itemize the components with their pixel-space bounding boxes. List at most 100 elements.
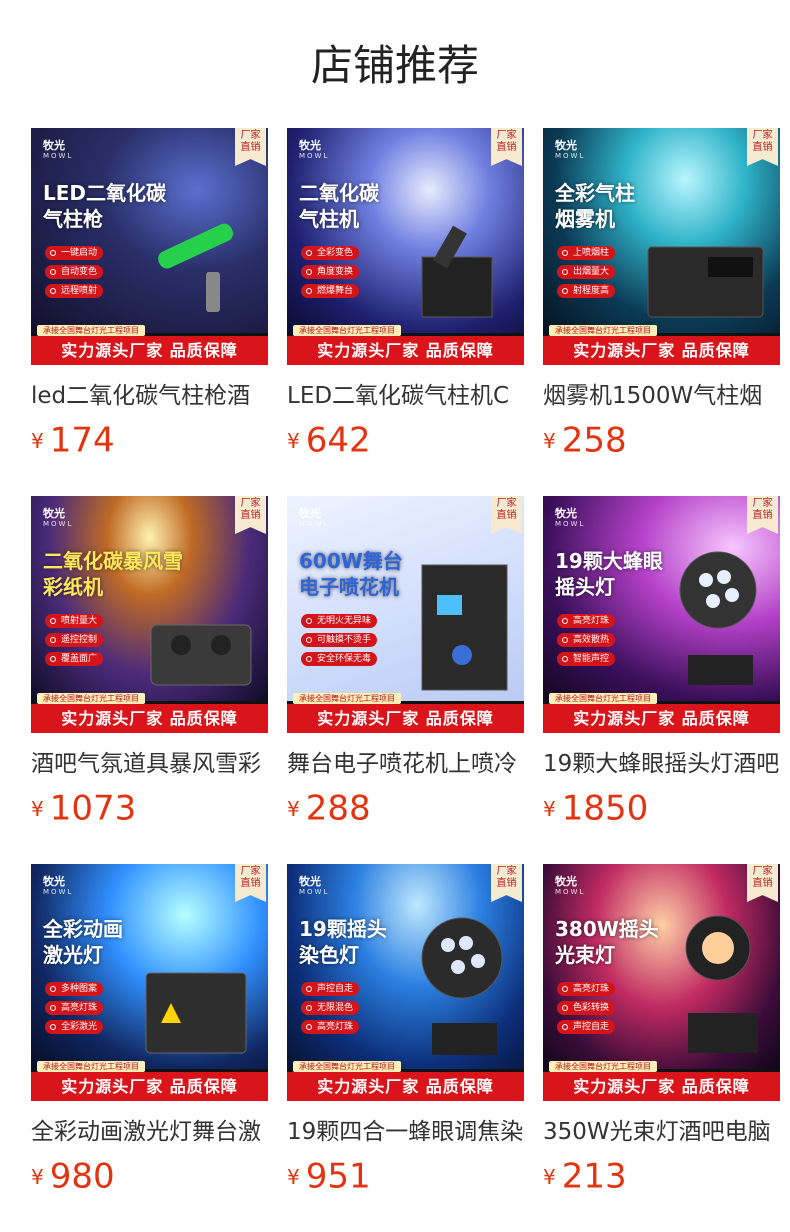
- product-shape: [146, 605, 256, 699]
- feature-tag: 可触摸不烫手: [301, 633, 378, 647]
- currency-symbol: ¥: [543, 428, 556, 453]
- product-shape: [402, 555, 512, 699]
- product-image[interactable]: 牧光 MOWL 厂家 直销 19颗摇头 染色灯 声控自走 无限混色 高亮灯珠 承接全国…: [287, 864, 524, 1101]
- product-name[interactable]: 19颗大蜂眼摇头灯酒吧: [543, 749, 780, 779]
- sub-banner: 承接全国舞台灯光工程项目: [293, 325, 401, 336]
- feature-list: 上喷烟柱 出烟量大 射程度高: [557, 246, 616, 303]
- feature-tag: 喷射量大: [45, 614, 104, 628]
- product-shape: [136, 963, 256, 1067]
- product-card[interactable]: 牧光 MOWL 厂家 直销 全彩动画 激光灯 多种图案 高亮灯珠 全彩激光 承接全国舞…: [31, 864, 268, 1197]
- promo-banner: 实力源头厂家 品质保障: [31, 1072, 268, 1101]
- product-card[interactable]: 牧光 MOWL 厂家 直销 380W摇头 光束灯 高亮灯珠 色彩转换 声控自走 承接全…: [543, 864, 780, 1197]
- product-image[interactable]: 牧光 MOWL 厂家 直销 全彩动画 激光灯 多种图案 高亮灯珠 全彩激光 承接全国舞…: [31, 864, 268, 1101]
- product-card[interactable]: 牧光 MOWL 厂家 直销 600W舞台 电子喷花机 无明火无异味 可触摸不烫手 安全…: [287, 496, 524, 829]
- feature-tag: 遥控控制: [45, 633, 104, 647]
- price-value: 213: [561, 1156, 627, 1197]
- promo-banner: 实力源头厂家 品质保障: [543, 704, 780, 733]
- product-shape: [136, 217, 256, 331]
- feature-tag: 多种图案: [45, 982, 104, 996]
- sub-banner: 承接全国舞台灯光工程项目: [37, 325, 145, 336]
- brand-logo: 牧光 MOWL: [43, 139, 74, 160]
- product-name[interactable]: 烟雾机1500W气柱烟: [543, 381, 780, 411]
- feature-tag: 无明火无异味: [301, 614, 378, 628]
- brand-logo: 牧光 MOWL: [555, 875, 586, 896]
- feature-list: 无明火无异味 可触摸不烫手 安全环保无毒: [301, 614, 378, 671]
- currency-symbol: ¥: [287, 796, 300, 821]
- feature-list: 高亮灯珠色彩转换声控自走: [557, 982, 616, 1039]
- feature-tag: 射程度高: [557, 284, 616, 298]
- product-card[interactable]: 牧光 MOWL 厂家 直销 19颗摇头 染色灯 声控自走 无限混色 高亮灯珠 承接全国…: [287, 864, 524, 1197]
- image-headline: 二氧化碳暴风雪 彩纸机: [43, 549, 183, 599]
- image-headline: 380W摇头 光束灯: [555, 917, 659, 967]
- image-headline: 19颗大蜂眼 摇头灯: [555, 549, 663, 599]
- price-value: 980: [49, 1156, 115, 1197]
- image-headline: 全彩气柱 烟雾机: [555, 181, 635, 231]
- feature-tag: 角度变换: [301, 265, 360, 279]
- promo-banner: 实力源头厂家 品质保障: [287, 336, 524, 365]
- promo-banner: 实力源头厂家 品质保障: [543, 1072, 780, 1101]
- product-image[interactable]: 牧光 MOWL 厂家 直销 19颗大蜂眼 摇头灯 高亮灯珠 高效散热 智能声控 承接全…: [543, 496, 780, 733]
- brand-logo: 牧光 MOWL: [43, 507, 74, 528]
- product-name[interactable]: LED二氧化碳气柱机C: [287, 381, 524, 411]
- promo-banner: 实力源头厂家 品质保障: [287, 704, 524, 733]
- feature-tag: 出烟量大: [557, 265, 616, 279]
- product-name[interactable]: 舞台电子喷花机上喷冷: [287, 749, 524, 779]
- image-headline: 600W舞台 电子喷花机: [299, 549, 403, 599]
- feature-tag: 声控自走: [557, 1020, 616, 1034]
- sub-banner: 承接全国舞台灯光工程项目: [549, 1061, 657, 1072]
- feature-tag: 高亮灯珠: [301, 1020, 360, 1034]
- feature-tag: 自动变色: [45, 265, 104, 279]
- product-name[interactable]: led二氧化碳气柱枪酒: [31, 381, 268, 411]
- product-name[interactable]: 全彩动画激光灯舞台激: [31, 1117, 268, 1147]
- sub-banner: 承接全国舞台灯光工程项目: [549, 693, 657, 704]
- product-price: ¥980: [31, 1156, 268, 1197]
- sub-banner: 承接全国舞台灯光工程项目: [37, 1061, 145, 1072]
- feature-tag: 高亮灯珠: [557, 982, 616, 996]
- product-card[interactable]: 牧光 MOWL 厂家 直销 19颗大蜂眼 摇头灯 高亮灯珠 高效散热 智能声控 承接全…: [543, 496, 780, 829]
- feature-list: 声控自走无限混色高亮灯珠: [301, 982, 360, 1039]
- feature-list: 一键启动 自动变色 远程喷射: [45, 246, 104, 303]
- product-price: ¥213: [543, 1156, 780, 1197]
- feature-tag: 声控自走: [301, 982, 360, 996]
- feature-tag: 全彩激光: [45, 1020, 104, 1034]
- currency-symbol: ¥: [287, 1164, 300, 1189]
- product-image[interactable]: 牧光 MOWL 厂家 直销 380W摇头 光束灯 高亮灯珠 色彩转换 声控自走 承接全…: [543, 864, 780, 1101]
- product-shape: [658, 535, 768, 699]
- product-image[interactable]: 牧光 MOWL 厂家 直销 二氧化碳暴风雪 彩纸机 喷射量大 遥控控制 覆盖面广 承接…: [31, 496, 268, 733]
- product-name[interactable]: 350W光束灯酒吧电脑: [543, 1117, 780, 1147]
- image-headline: 19颗摇头 染色灯: [299, 917, 387, 967]
- feature-tag: 无限混色: [301, 1001, 360, 1015]
- product-name[interactable]: 19颗四合一蜂眼调焦染: [287, 1117, 524, 1147]
- promo-banner: 实力源头厂家 品质保障: [287, 1072, 524, 1101]
- price-value: 951: [305, 1156, 371, 1197]
- feature-list: 多种图案 高亮灯珠 全彩激光: [45, 982, 104, 1039]
- product-image[interactable]: 牧光 MOWL 厂家 直销 二氧化碳 气柱机 全彩变色 角度变换 燃爆舞台 承接全国舞…: [287, 128, 524, 365]
- currency-symbol: ¥: [543, 796, 556, 821]
- feature-tag: 色彩转换: [557, 1001, 616, 1015]
- product-card[interactable]: 牧光 MOWL 厂家 直销 二氧化碳 气柱机 全彩变色 角度变换 燃爆舞台 承接全国舞…: [287, 128, 524, 461]
- product-shape: [402, 217, 512, 331]
- price-value: 288: [305, 788, 371, 829]
- product-image[interactable]: 牧光 MOWL 厂家 直销 LED二氧化碳 气柱枪 一键启动 自动变色 远程喷射 承接…: [31, 128, 268, 365]
- product-card[interactable]: 牧光 MOWL 厂家 直销 全彩气柱 烟雾机 上喷烟柱 出烟量大 射程度高 承接全国舞…: [543, 128, 780, 461]
- product-card[interactable]: 牧光 MOWL 厂家 直销 二氧化碳暴风雪 彩纸机 喷射量大 遥控控制 覆盖面广 承接…: [31, 496, 268, 829]
- product-shape: [638, 227, 768, 331]
- product-name[interactable]: 酒吧气氛道具暴风雪彩: [31, 749, 268, 779]
- sub-banner: 承接全国舞台灯光工程项目: [293, 1061, 401, 1072]
- brand-logo: 牧光 MOWL: [555, 139, 586, 160]
- price-value: 1073: [49, 788, 137, 829]
- product-card[interactable]: 牧光 MOWL 厂家 直销 LED二氧化碳 气柱枪 一键启动 自动变色 远程喷射 承接…: [31, 128, 268, 461]
- currency-symbol: ¥: [287, 428, 300, 453]
- feature-tag: 安全环保无毒: [301, 652, 378, 666]
- feature-tag: 高亮灯珠: [557, 614, 616, 628]
- brand-logo: 牧光 MOWL: [43, 875, 74, 896]
- promo-banner: 实力源头厂家 品质保障: [543, 336, 780, 365]
- product-image[interactable]: 牧光 MOWL 厂家 直销 600W舞台 电子喷花机 无明火无异味 可触摸不烫手 安全…: [287, 496, 524, 733]
- brand-logo: 牧光 MOWL: [299, 875, 330, 896]
- product-price: ¥1850: [543, 788, 780, 829]
- feature-list: 全彩变色 角度变换 燃爆舞台: [301, 246, 360, 303]
- feature-list: 喷射量大 遥控控制 覆盖面广: [45, 614, 104, 671]
- product-image[interactable]: 牧光 MOWL 厂家 直销 全彩气柱 烟雾机 上喷烟柱 出烟量大 射程度高 承接全国舞…: [543, 128, 780, 365]
- promo-banner: 实力源头厂家 品质保障: [31, 704, 268, 733]
- price-value: 1850: [561, 788, 649, 829]
